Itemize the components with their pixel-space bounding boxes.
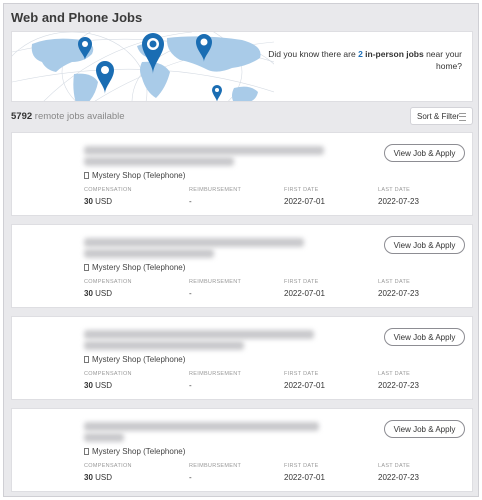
redacted-job-title — [84, 238, 304, 247]
job-category: Mystery Shop (Telephone) — [84, 447, 185, 456]
view-job-apply-button[interactable]: View Job & Apply — [384, 328, 465, 346]
first-date: FIRST DATE 2022-07-01 — [284, 463, 325, 482]
in-person-banner[interactable]: Did you know there are 2 in-person jobs … — [11, 31, 473, 102]
job-card: Mystery Shop (Telephone) View Job & Appl… — [11, 408, 473, 492]
job-card: Mystery Shop (Telephone) View Job & Appl… — [11, 316, 473, 400]
first-date: FIRST DATE 2022-07-01 — [284, 187, 325, 206]
sort-filter-button[interactable]: Sort & Filter — [410, 107, 473, 125]
location-pin-icon — [96, 61, 114, 94]
reimbursement: REIMBURSEMENT - — [189, 279, 242, 298]
compensation: COMPENSATION 30 USD — [84, 371, 132, 390]
first-date: FIRST DATE 2022-07-01 — [284, 371, 325, 390]
compensation: COMPENSATION 30 USD — [84, 187, 132, 206]
first-date: FIRST DATE 2022-07-01 — [284, 279, 325, 298]
remote-jobs-count: 5792 remote jobs available — [11, 111, 125, 122]
last-date: LAST DATE 2022-07-23 — [378, 463, 419, 482]
page-title: Web and Phone Jobs — [11, 10, 143, 25]
document-icon — [84, 172, 89, 179]
reimbursement: REIMBURSEMENT - — [189, 371, 242, 390]
compensation: COMPENSATION 30 USD — [84, 463, 132, 482]
compensation: COMPENSATION 30 USD — [84, 279, 132, 298]
job-card: Mystery Shop (Telephone) View Job & Appl… — [11, 224, 473, 308]
filter-icon — [459, 113, 466, 121]
view-job-apply-button[interactable]: View Job & Apply — [384, 236, 465, 254]
redacted-job-subtitle — [84, 157, 234, 166]
redacted-job-subtitle — [84, 341, 244, 350]
last-date: LAST DATE 2022-07-23 — [378, 187, 419, 206]
reimbursement: REIMBURSEMENT - — [189, 187, 242, 206]
redacted-job-title — [84, 330, 314, 339]
jobs-panel: Web and Phone Jobs Did you know there ar… — [3, 3, 479, 497]
location-pin-icon — [212, 85, 222, 101]
job-category: Mystery Shop (Telephone) — [84, 355, 185, 364]
in-person-jobs-message: Did you know there are 2 in-person jobs … — [268, 49, 462, 71]
last-date: LAST DATE 2022-07-23 — [378, 371, 419, 390]
redacted-job-subtitle — [84, 249, 214, 258]
view-job-apply-button[interactable]: View Job & Apply — [384, 420, 465, 438]
document-icon — [84, 264, 89, 271]
redacted-job-title — [84, 146, 324, 155]
last-date: LAST DATE 2022-07-23 — [378, 279, 419, 298]
job-category: Mystery Shop (Telephone) — [84, 263, 185, 272]
document-icon — [84, 356, 89, 363]
redacted-job-subtitle — [84, 433, 124, 442]
world-map-illustration — [12, 32, 274, 101]
job-category: Mystery Shop (Telephone) — [84, 171, 185, 180]
document-icon — [84, 448, 89, 455]
job-card: Mystery Shop (Telephone) View Job & Appl… — [11, 132, 473, 216]
reimbursement: REIMBURSEMENT - — [189, 463, 242, 482]
view-job-apply-button[interactable]: View Job & Apply — [384, 144, 465, 162]
redacted-job-title — [84, 422, 319, 431]
